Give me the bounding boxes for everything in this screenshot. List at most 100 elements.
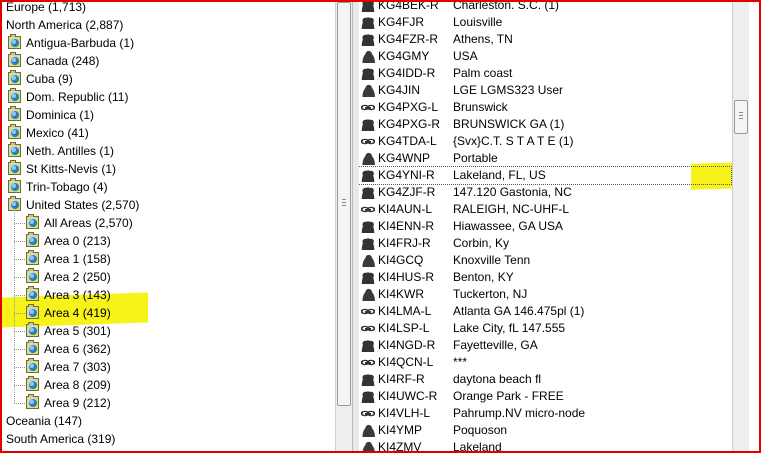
station-row[interactable]: KG4FZR-R Athens, TN: [359, 31, 731, 48]
repeater-icon: [361, 220, 375, 233]
station-row[interactable]: KG4BEK-R Charleston. S.C. (1): [359, 2, 731, 14]
station-row[interactable]: KI4VLH-L Pahrump.NV micro-node: [359, 405, 731, 422]
tree-node[interactable]: Area 3 (143): [26, 286, 111, 304]
station-callsign: KG4JIN: [378, 83, 421, 97]
tree-node[interactable]: Canada (248): [8, 52, 99, 70]
globe-icon: [26, 286, 39, 301]
station-row[interactable]: KG4PXG-L Brunswick: [359, 99, 731, 116]
station-location: Lakeland: [453, 440, 502, 451]
tree-node[interactable]: Area 5 (301): [26, 322, 111, 340]
tree-node[interactable]: Trin-Tobago (4): [8, 178, 108, 196]
tree-node[interactable]: Area 6 (362): [26, 340, 111, 358]
globe-icon: [8, 70, 21, 85]
user-icon: [361, 424, 375, 437]
station-row[interactable]: KI4HUS-R Benton, KY: [359, 269, 731, 286]
station-callsign: KI4QCN-L: [378, 355, 434, 369]
tree-node[interactable]: Area 0 (213): [26, 232, 111, 250]
station-row[interactable]: KI4AUN-L RALEIGH, NC-UHF-L: [359, 201, 731, 218]
tree-node[interactable]: All Areas (2,570): [26, 214, 133, 232]
tree-node-label: Canada (248): [26, 54, 100, 68]
list-scrollbar[interactable]: [732, 2, 749, 451]
station-row[interactable]: KG4JIN LGE LGMS323 User: [359, 82, 731, 99]
tree-node[interactable]: Europe (1,713): [2, 2, 86, 16]
list-scrollbar-thumb[interactable]: [734, 100, 748, 134]
globe-icon: [26, 322, 39, 337]
station-row[interactable]: KG4TDA-L {Svx}C.T. S T A T E (1): [359, 133, 731, 150]
tree-node-label: Dominica (1): [26, 108, 95, 122]
globe-icon: [26, 232, 39, 247]
tree-node[interactable]: Area 2 (250): [26, 268, 111, 286]
tree-node[interactable]: South America (319): [2, 430, 115, 448]
tree-node[interactable]: Area 4 (419): [26, 304, 111, 322]
tree-connector: [14, 241, 25, 242]
station-row[interactable]: KG4YNI-R Lakeland, FL, US: [359, 166, 732, 185]
tree-node-label: Dom. Republic (11): [26, 90, 129, 104]
tree-node[interactable]: Area 8 (209): [26, 376, 111, 394]
station-location: Poquoson: [453, 423, 508, 437]
tree-connector: [14, 331, 25, 332]
globe-icon: [8, 124, 21, 139]
tree-connector: [14, 210, 15, 403]
tree-node[interactable]: North America (2,887): [2, 16, 123, 34]
station-callsign: KG4WNP: [378, 151, 431, 165]
station-location: RALEIGH, NC-UHF-L: [453, 202, 570, 216]
station-row[interactable]: KG4ZJF-R 147.120 Gastonia, NC: [359, 184, 731, 201]
repeater-icon: [361, 390, 375, 403]
tree-node[interactable]: Antigua-Barbuda (1): [8, 34, 134, 52]
globe-icon: [26, 250, 39, 265]
station-row[interactable]: KI4QCN-L ***: [359, 354, 731, 371]
station-row[interactable]: KI4FRJ-R Corbin, Ky: [359, 235, 731, 252]
repeater-icon: [361, 118, 375, 131]
tree-node-label: Area 9 (212): [44, 396, 111, 410]
link-icon: [361, 203, 375, 216]
station-row[interactable]: KI4KWR Tuckerton, NJ: [359, 286, 731, 303]
station-row[interactable]: KI4GCQ Knoxville Tenn: [359, 252, 731, 269]
region-tree[interactable]: Europe (1,713) North America (2,887) Antig…: [2, 2, 335, 451]
user-icon: [361, 50, 375, 63]
station-list[interactable]: KG4BEK-R Charleston. S.C. (1) KG4FJR Louisv…: [359, 2, 732, 451]
globe-icon: [26, 358, 39, 373]
tree-node[interactable]: Cuba (9): [8, 70, 73, 88]
station-row[interactable]: KI4LSP-L Lake City, fL 147.555: [359, 320, 731, 337]
tree-node[interactable]: Mexico (41): [8, 124, 89, 142]
globe-icon: [26, 304, 39, 319]
station-row[interactable]: KI4RF-R daytona beach fl: [359, 371, 731, 388]
station-row[interactable]: KG4IDD-R Palm coast: [359, 65, 731, 82]
tree-node[interactable]: Oceania (147): [2, 412, 82, 430]
station-callsign: KI4GCQ: [378, 253, 424, 267]
tree-node-label: Europe (1,713): [6, 2, 87, 14]
station-row[interactable]: KG4GMY USA: [359, 48, 731, 65]
tree-node[interactable]: Area 9 (212): [26, 394, 111, 412]
globe-icon: [8, 106, 21, 121]
tree-node[interactable]: United States (2,570): [8, 196, 139, 214]
station-callsign: KI4HUS-R: [378, 270, 435, 284]
station-callsign: KI4NGD-R: [378, 338, 436, 352]
tree-node[interactable]: Area 1 (158): [26, 250, 111, 268]
station-row[interactable]: KG4FJR Louisville: [359, 14, 731, 31]
station-row[interactable]: KG4PXG-R BRUNSWICK GA (1): [359, 116, 731, 133]
station-callsign: KG4TDA-L: [378, 134, 437, 148]
tree-node[interactable]: Area 7 (303): [26, 358, 111, 376]
tree-node[interactable]: Dominica (1): [8, 106, 94, 124]
tree-node[interactable]: St Kitts-Nevis (1): [8, 160, 116, 178]
tree-node[interactable]: Neth. Antilles (1): [8, 142, 114, 160]
station-row[interactable]: KG4WNP Portable: [359, 150, 731, 167]
station-row[interactable]: KI4LMA-L Atlanta GA 146.475pl (1): [359, 303, 731, 320]
station-callsign: KI4VLH-L: [378, 406, 431, 420]
station-row[interactable]: KI4NGD-R Fayetteville, GA: [359, 337, 731, 354]
tree-node-label: Area 8 (209): [44, 378, 111, 392]
station-location: Brunswick: [453, 100, 508, 114]
station-location: Atlanta GA 146.475pl (1): [453, 304, 585, 318]
globe-icon: [26, 376, 39, 391]
tree-node[interactable]: Dom. Republic (11): [8, 88, 128, 106]
globe-icon: [8, 160, 21, 175]
station-row[interactable]: KI4ENN-R Hiawassee, GA USA: [359, 218, 731, 235]
app-window: Europe (1,713) North America (2,887) Antig…: [0, 0, 761, 453]
station-row[interactable]: KI4YMP Poquoson: [359, 422, 731, 439]
station-row[interactable]: KI4UWC-R Orange Park - FREE: [359, 388, 731, 405]
repeater-icon: [361, 373, 375, 386]
station-row[interactable]: KI4ZMV Lakeland: [359, 439, 731, 451]
tree-scrollbar[interactable]: [335, 2, 352, 451]
repeater-icon: [361, 67, 375, 80]
tree-scrollbar-thumb[interactable]: [337, 2, 351, 406]
